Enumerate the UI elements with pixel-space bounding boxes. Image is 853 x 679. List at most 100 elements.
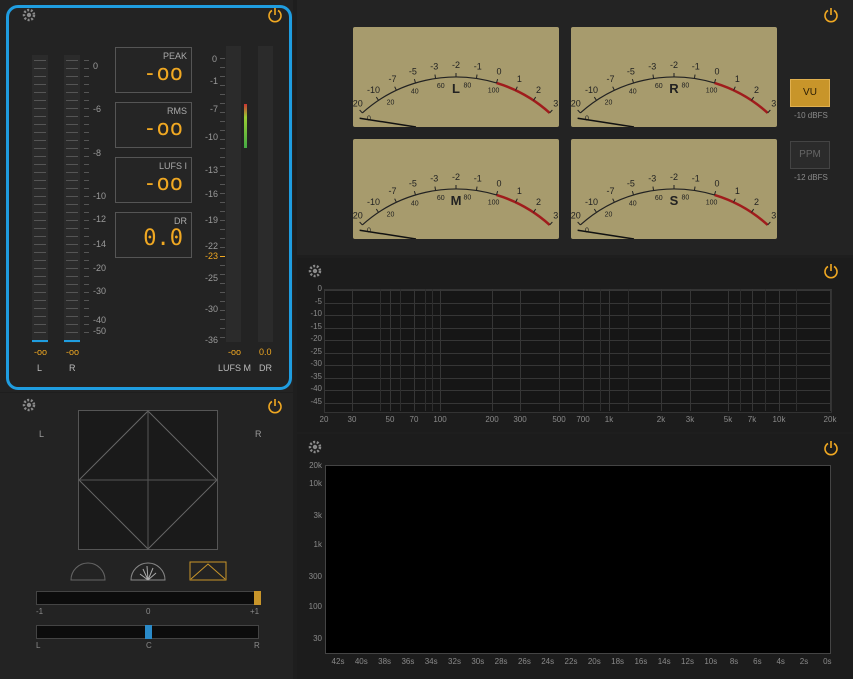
- levels-settings-gear-icon[interactable]: [21, 7, 37, 23]
- vu-power-icon[interactable]: [823, 7, 839, 23]
- vu-scale-label: 3: [771, 210, 776, 220]
- level-tick: [34, 252, 46, 253]
- pan-left-label: L: [36, 641, 41, 650]
- vu-needle: [359, 229, 417, 240]
- level-tick: [84, 164, 89, 165]
- lufs-tick: [220, 202, 225, 203]
- lufs-i-title: LUFS I: [158, 161, 187, 171]
- spectrogram-y-label: 3k: [313, 511, 322, 520]
- level-tick: [34, 148, 46, 149]
- vu-scale-label: -5: [409, 66, 417, 76]
- lufs-tick: [220, 319, 225, 320]
- lufs-tick: [220, 211, 225, 212]
- spectrogram-x-label: 38s: [378, 657, 392, 666]
- spectrum-grid-v: [324, 289, 325, 411]
- level-tick: [66, 220, 78, 221]
- spectrogram-x-label: 14s: [657, 657, 671, 666]
- goniometer-right-label: R: [255, 429, 262, 439]
- vu-tick: [693, 186, 696, 191]
- spectrum-x-label: 200: [485, 415, 499, 424]
- vu-meter-label: L: [452, 81, 460, 96]
- vu-mode-button[interactable]: VU: [790, 79, 830, 107]
- vu-tick: [577, 109, 581, 114]
- vu-meter-r: -20-10-7-5-3-2-10123020406080100R: [568, 27, 777, 128]
- lufs-tick: [220, 76, 225, 77]
- stereo-power-icon[interactable]: [267, 398, 283, 414]
- spectrogram-x-label: 6s: [753, 657, 762, 666]
- lufs-tick: [220, 238, 225, 239]
- stereo-settings-gear-icon[interactable]: [21, 397, 37, 413]
- level-tick: [66, 100, 78, 101]
- goniometer-mode-lissajous-icon[interactable]: [69, 561, 107, 581]
- goniometer: [78, 410, 218, 550]
- spectrum-grid-v: [830, 289, 831, 411]
- vu-tick: [652, 186, 655, 191]
- goniometer-mode-polar-icon[interactable]: [129, 561, 167, 581]
- level-tick: [34, 332, 46, 333]
- balance-indicator: [254, 591, 261, 605]
- spectrum-y-label: -10: [310, 309, 322, 318]
- level-tick: [84, 92, 89, 93]
- vu-meter-m: -20-10-7-5-3-2-10123020406080100M: [350, 139, 559, 240]
- level-tick: [66, 180, 78, 181]
- lufs-tick: [220, 274, 225, 275]
- spectrogram-x-label: 4s: [776, 657, 785, 666]
- level-tick: [66, 92, 78, 93]
- spectrum-grid-v: [414, 289, 415, 411]
- lufs-tick: [220, 328, 225, 329]
- spectrum-power-icon[interactable]: [823, 263, 839, 279]
- goniometer-mode-scope-icon[interactable]: [189, 561, 227, 581]
- lufs-tick: [220, 85, 225, 86]
- level-tick: [84, 276, 89, 277]
- spectrum-y-label: 0: [317, 284, 322, 293]
- level-tick: [84, 284, 89, 285]
- spectrogram-x-label: 40s: [354, 657, 368, 666]
- level-tick: [34, 196, 46, 197]
- lufs-scale-label: -30: [205, 304, 219, 314]
- rms-title: RMS: [167, 106, 187, 116]
- lufs-tick: [220, 292, 225, 293]
- spectrum-x-label: 7k: [747, 415, 757, 424]
- vu-scale-label: -3: [430, 62, 438, 72]
- levels-power-icon[interactable]: [267, 7, 283, 23]
- spectrogram-x-label: 30s: [471, 657, 485, 666]
- vu-mode-sub-label: -10 dBFS: [794, 111, 828, 120]
- spectrum-grid-minor: [425, 289, 426, 411]
- vu-meter-s: -20-10-7-5-3-2-10123020406080100S: [568, 139, 777, 240]
- spectrum-grid-v: [609, 289, 610, 411]
- dr-title: DR: [174, 216, 187, 226]
- lufs-tick: [220, 157, 225, 158]
- vu-tick: [652, 74, 655, 79]
- level-tick: [84, 172, 89, 173]
- spectrum-grid-v: [779, 289, 780, 411]
- level-tick: [84, 108, 89, 109]
- vu-meter-label: R: [669, 81, 679, 96]
- level-tick: [66, 164, 78, 165]
- lufs-tick: [220, 247, 225, 248]
- level-tick: [34, 212, 46, 213]
- spectrum-y-label: -25: [310, 346, 322, 356]
- pan-center-label: C: [146, 641, 152, 650]
- level-tick: [66, 156, 78, 157]
- spectrum-y-label: -45: [310, 396, 322, 406]
- spectrum-grid-minor: [740, 289, 741, 411]
- vu-scale-label: -2: [670, 172, 678, 182]
- level-tick: [66, 60, 78, 61]
- balance-center-label: 0: [146, 607, 151, 616]
- vu-meter-l: -20-10-7-5-3-2-10123020406080100L: [350, 27, 559, 128]
- spectrum-grid-minor: [600, 289, 601, 411]
- spectrogram-settings-gear-icon[interactable]: [307, 439, 323, 455]
- lufs-tick: [220, 229, 225, 230]
- spectrum-settings-gear-icon[interactable]: [307, 263, 323, 279]
- level-tick: [66, 212, 78, 213]
- spectrum-grid-v: [492, 289, 493, 411]
- level-tick: [34, 324, 46, 325]
- level-tick: [34, 108, 46, 109]
- spectrogram-power-icon[interactable]: [823, 440, 839, 456]
- vu-tick: [593, 96, 597, 101]
- level-tick: [84, 332, 89, 333]
- peak-readout-l: -oo: [34, 347, 48, 357]
- ppm-mode-button[interactable]: PPM: [790, 141, 830, 169]
- level-tick: [84, 76, 89, 77]
- vu-scale-label: -20: [571, 98, 581, 108]
